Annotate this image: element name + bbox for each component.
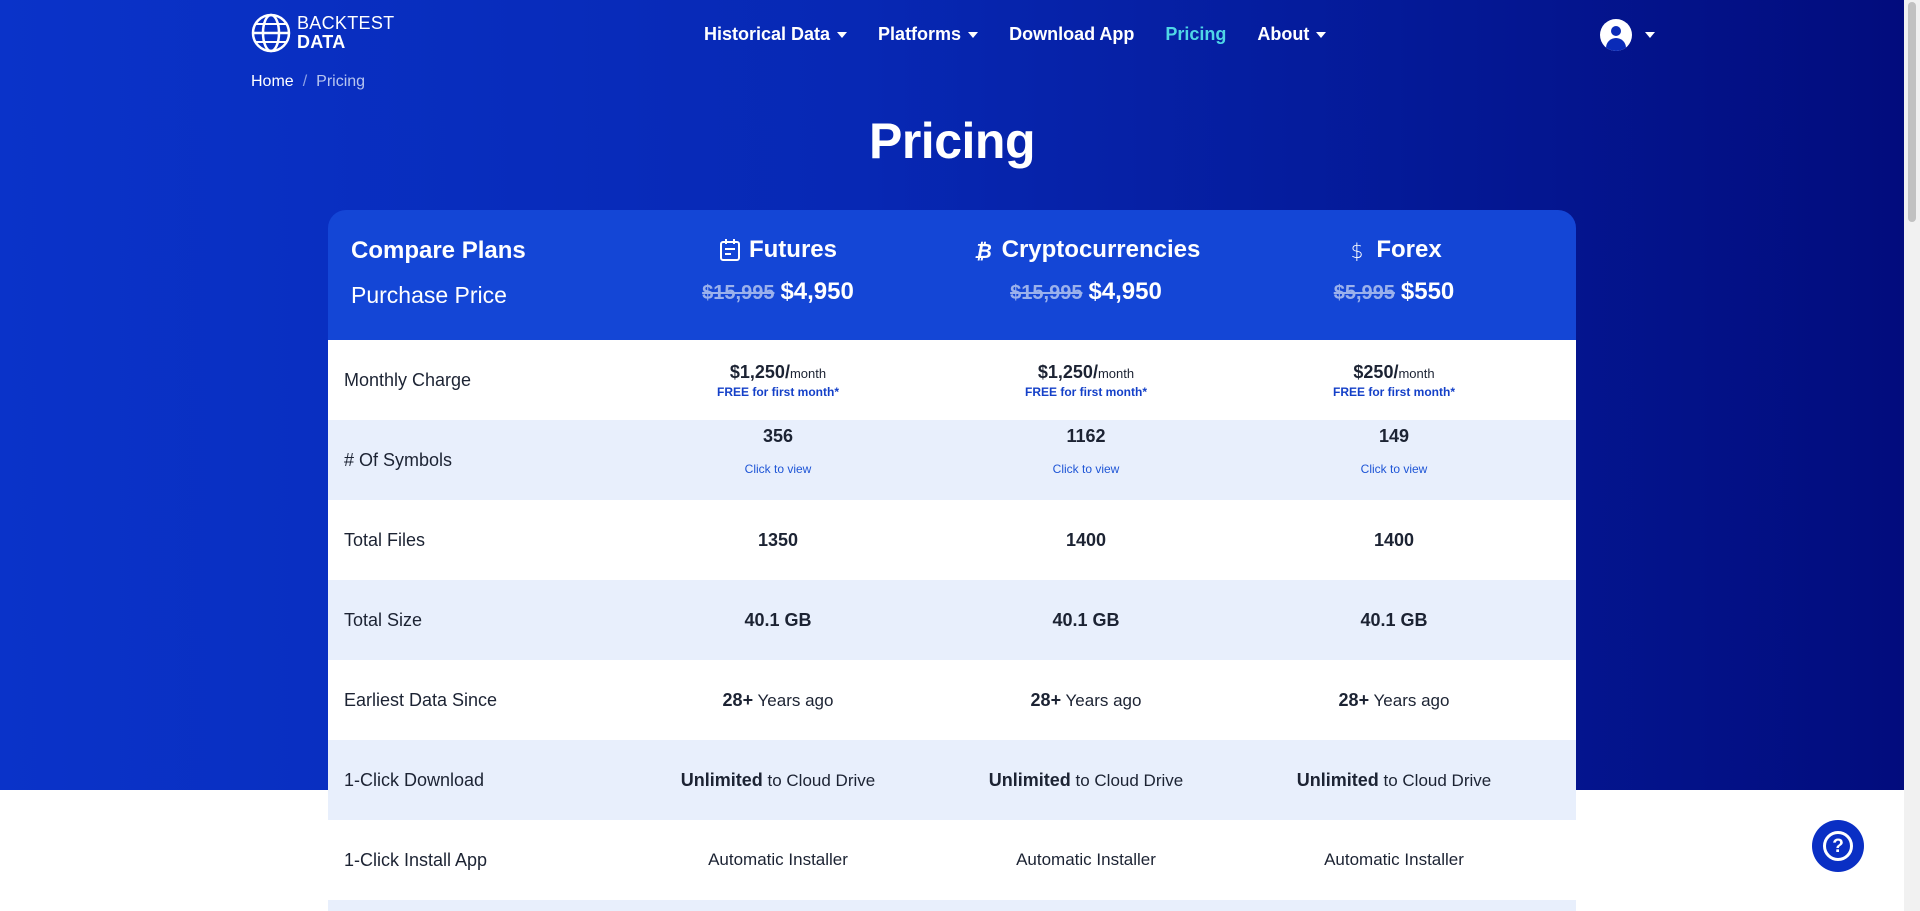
- cell-monthly-forex: $250/month FREE for first month*: [1333, 361, 1455, 399]
- nav-download-app[interactable]: Download App: [1009, 24, 1134, 45]
- nav-platforms[interactable]: Platforms: [878, 24, 979, 45]
- cell-files-futures: 1350: [757, 529, 799, 550]
- table-header: Compare Plans Purchase Price Futures $15…: [328, 210, 1576, 340]
- page-scrollbar[interactable]: [1904, 0, 1920, 911]
- breadcrumb-separator: /: [302, 73, 308, 90]
- plan-price: $4,950: [780, 278, 854, 305]
- table-row-size: Total Size 40.1 GB 40.1 GB 40.1 GB: [328, 580, 1576, 660]
- table-row-earliest: Earliest Data Since 28+ Years ago 28+ Ye…: [328, 660, 1576, 740]
- cell-download-forex: Unlimited to Cloud Drive: [1296, 769, 1492, 790]
- plan-price: $550: [1400, 278, 1455, 305]
- brand-line1: BACKTEST: [297, 13, 395, 33]
- click-to-view-link[interactable]: Click to view: [932, 462, 1240, 476]
- scrollbar-thumb[interactable]: [1908, 2, 1916, 222]
- globe-icon: [251, 13, 291, 53]
- nav-label: Pricing: [1165, 24, 1227, 44]
- cell-symbols-futures: 356 Click to view: [624, 426, 932, 476]
- plan-name: Cryptocurrencies: [1001, 236, 1201, 263]
- chevron-down-icon: [1645, 32, 1655, 38]
- brand-text: BACKTEST DATA: [297, 14, 394, 52]
- table-row-symbols: # Of Symbols 356 Click to view 1162 Click …: [328, 420, 1576, 500]
- cell-install-futures: Automatic Installer: [708, 850, 848, 869]
- cell-files-forex: 1400: [1373, 529, 1415, 550]
- nav-label: Download App: [1009, 24, 1135, 44]
- user-avatar-icon: [1600, 19, 1632, 51]
- row-label: # Of Symbols: [344, 449, 453, 470]
- nav-about[interactable]: About: [1257, 24, 1327, 45]
- pricing-table: Compare Plans Purchase Price Futures $15…: [328, 210, 1576, 911]
- plan-old-price: $15,995: [702, 282, 775, 304]
- cell-earliest-crypto: 28+ Years ago: [1030, 689, 1142, 710]
- table-row-files: Total Files 1350 1400 1400: [328, 500, 1576, 580]
- table-row-install: 1-Click Install App Automatic Installer …: [328, 820, 1576, 900]
- dollar-icon: $: [1351, 239, 1364, 262]
- question-icon: ?: [1823, 831, 1853, 861]
- row-label: Earliest Data Since: [344, 689, 498, 710]
- cell-download-crypto: Unlimited to Cloud Drive: [988, 769, 1184, 790]
- cell-download-futures: Unlimited to Cloud Drive: [680, 769, 876, 790]
- cell-symbols-crypto: 1162 Click to view: [932, 426, 1240, 476]
- plan-futures-header: Futures $15,995 $4,950: [624, 236, 932, 306]
- nav-label: Platforms: [878, 24, 962, 44]
- breadcrumb-home[interactable]: Home: [251, 73, 294, 91]
- cell-files-crypto: 1400: [1065, 529, 1107, 550]
- calendar-icon: [719, 239, 740, 261]
- brand-line2: DATA: [297, 32, 346, 52]
- cell-install-forex: Automatic Installer: [1324, 850, 1464, 869]
- chevron-down-icon: [968, 31, 979, 38]
- help-button[interactable]: ?: [1812, 820, 1864, 872]
- table-row-download: 1-Click Download Unlimited to Cloud Driv…: [328, 740, 1576, 820]
- row-label: 1-Click Install App: [344, 849, 488, 870]
- nav-historical-data[interactable]: Historical Data: [704, 24, 848, 45]
- purchase-price-label: Purchase Price: [351, 282, 507, 308]
- plan-name: Futures: [748, 236, 837, 263]
- cell-monthly-crypto: $1,250/month FREE for first month*: [1025, 361, 1147, 399]
- svg-text:₿: ₿: [974, 239, 992, 262]
- plan-forex-header: $ Forex $5,995 $550: [1240, 236, 1548, 306]
- plan-price: $4,950: [1088, 278, 1162, 305]
- table-row-monthly: Monthly Charge $1,250/month FREE for firs…: [328, 340, 1576, 420]
- cell-install-crypto: Automatic Installer: [1016, 850, 1156, 869]
- cell-size-forex: 40.1 GB: [1360, 609, 1428, 630]
- bitcoin-icon: ₿: [974, 239, 992, 262]
- row-label: Total Files: [344, 529, 426, 550]
- user-menu[interactable]: [1600, 19, 1655, 51]
- chevron-down-icon: [837, 31, 848, 38]
- row-label: Total Size: [344, 609, 423, 630]
- plan-crypto-header: ₿ Cryptocurrencies $15,995 $4,950: [932, 236, 1240, 306]
- plan-old-price: $5,995: [1333, 282, 1395, 304]
- row-label: Monthly Charge: [344, 369, 472, 390]
- main-nav: Historical Data Platforms Download App P…: [704, 24, 1357, 45]
- cell-size-futures: 40.1 GB: [744, 609, 812, 630]
- compare-plans-label: Compare Plans: [351, 237, 526, 264]
- nav-label: About: [1257, 24, 1310, 44]
- page-title: Pricing: [869, 113, 1035, 169]
- cell-size-crypto: 40.1 GB: [1052, 609, 1120, 630]
- click-to-view-link[interactable]: Click to view: [624, 462, 932, 476]
- table-row-partial: [328, 900, 1576, 911]
- cell-monthly-futures: $1,250/month FREE for first month*: [717, 361, 839, 399]
- chevron-down-icon: [1316, 31, 1327, 38]
- cell-symbols-forex: 149 Click to view: [1240, 426, 1548, 476]
- plan-old-price: $15,995: [1010, 282, 1083, 304]
- svg-text:$: $: [1351, 239, 1364, 262]
- cell-earliest-futures: 28+ Years ago: [722, 689, 834, 710]
- nav-pricing[interactable]: Pricing: [1165, 24, 1226, 45]
- click-to-view-link[interactable]: Click to view: [1240, 462, 1548, 476]
- cell-earliest-forex: 28+ Years ago: [1338, 689, 1450, 710]
- breadcrumb-current: Pricing: [316, 73, 366, 90]
- plan-name: Forex: [1376, 236, 1442, 263]
- nav-label: Historical Data: [704, 24, 831, 44]
- brand-logo[interactable]: BACKTEST DATA: [251, 13, 394, 53]
- breadcrumb: Home / Pricing: [251, 73, 365, 91]
- row-label: 1-Click Download: [344, 769, 485, 790]
